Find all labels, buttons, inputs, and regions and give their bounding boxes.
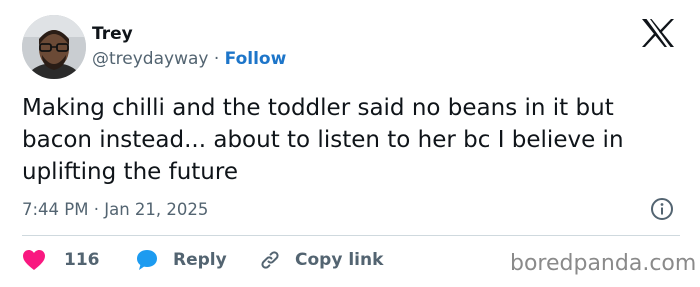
avatar[interactable] <box>22 15 86 79</box>
author-display-name[interactable]: Trey <box>92 23 133 45</box>
tweet-text: Making chilli and the toddler said no be… <box>22 95 624 185</box>
x-logo-icon[interactable] <box>641 18 675 48</box>
tweet-timestamp[interactable]: 7:44 PM · Jan 21, 2025 <box>22 199 208 221</box>
likes-count: 116 <box>64 250 100 270</box>
reply-label: Reply <box>173 250 227 270</box>
copy-link-label: Copy link <box>295 250 384 270</box>
chain-link-icon <box>261 251 279 269</box>
author-handle[interactable]: @treydayway <box>92 49 208 69</box>
heart-icon <box>23 250 45 270</box>
avatar-image <box>22 15 86 79</box>
speech-bubble-icon <box>137 250 157 270</box>
watermark: boredpanda.com <box>510 251 697 276</box>
author-handle-row: @treydayway · Follow <box>92 47 286 71</box>
like-button[interactable]: 116 <box>22 247 100 273</box>
info-icon[interactable] <box>650 197 674 221</box>
divider <box>22 235 680 236</box>
handle-separator: · <box>213 49 220 69</box>
copy-link-button[interactable]: Copy link <box>258 247 383 273</box>
follow-button[interactable]: Follow <box>225 49 287 69</box>
reply-button[interactable]: Reply <box>135 247 227 273</box>
